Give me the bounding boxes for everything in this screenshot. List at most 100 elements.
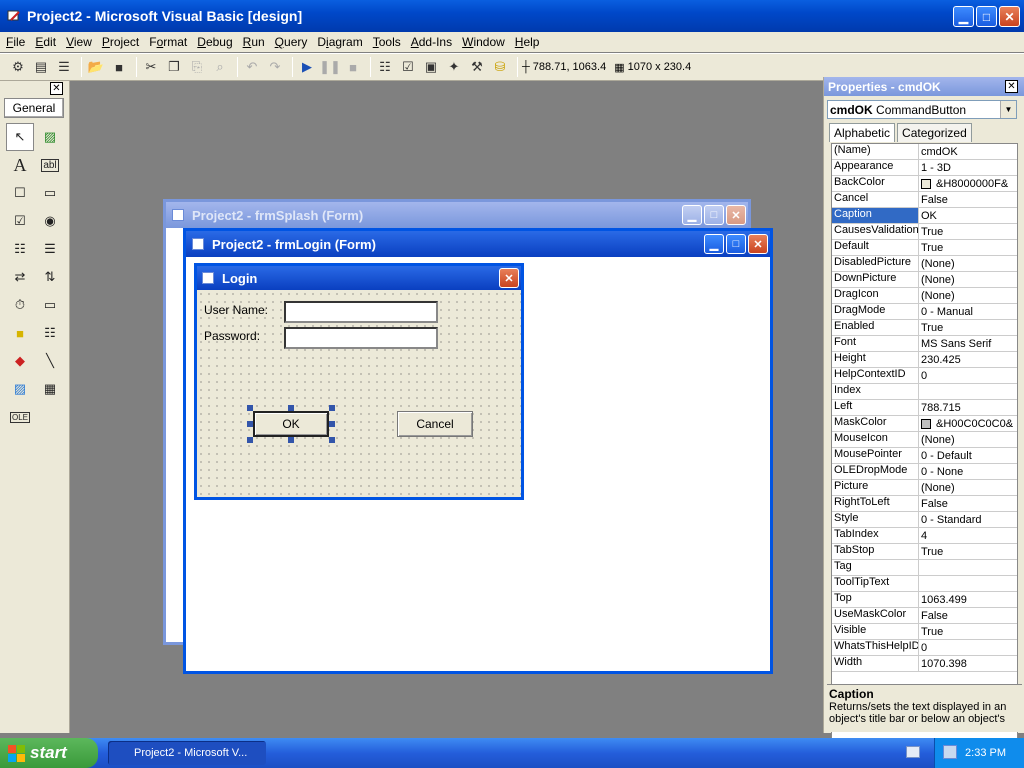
form-layout-button[interactable]: ▣ (421, 57, 441, 77)
copy-button[interactable]: ❐ (164, 57, 184, 77)
save-project-button[interactable]: ■ (109, 57, 129, 77)
tab-alphabetic[interactable]: Alphabetic (829, 123, 896, 142)
keyboard-icon[interactable] (906, 746, 920, 758)
property-value[interactable]: MS Sans Serif (919, 336, 1017, 351)
redo-button[interactable]: ↷ (265, 57, 285, 77)
login-maximize-button[interactable]: □ (726, 234, 746, 254)
vscrollbar-tool[interactable]: ⇅ (36, 263, 64, 291)
menu-addins[interactable]: Add-Ins (411, 35, 452, 49)
property-value[interactable]: False (919, 192, 1017, 207)
data-tool[interactable]: ▦ (36, 375, 64, 403)
selection-handle[interactable] (288, 437, 294, 443)
line-tool[interactable]: ╲ (36, 347, 64, 375)
property-row[interactable]: Height 230.425 (832, 352, 1017, 368)
property-row[interactable]: MaskColor &H00C0C0C0& (832, 416, 1017, 432)
menu-diagram[interactable]: Diagram (317, 35, 362, 49)
splash-minimize-button[interactable]: ▁ (682, 205, 702, 225)
selection-handle[interactable] (329, 421, 335, 427)
property-row[interactable]: DownPicture (None) (832, 272, 1017, 288)
property-value[interactable]: (None) (919, 432, 1017, 447)
property-row[interactable]: TabIndex 4 (832, 528, 1017, 544)
menu-editor-button[interactable]: ☰ (54, 57, 74, 77)
shape-tool[interactable]: ◆ (6, 347, 34, 375)
checkbox-tool[interactable]: ☑ (6, 207, 34, 235)
property-row[interactable]: Cancel False (832, 192, 1017, 208)
property-row[interactable]: DragIcon (None) (832, 288, 1017, 304)
property-value[interactable]: 0 - None (919, 464, 1017, 479)
properties-window-button[interactable]: ☑ (398, 57, 418, 77)
taskbar-item-vb[interactable]: Project2 - Microsoft V... (108, 741, 266, 765)
property-row[interactable]: ToolTipText (832, 576, 1017, 592)
property-row[interactable]: Width 1070.398 (832, 656, 1017, 672)
property-row[interactable]: TabStop True (832, 544, 1017, 560)
property-value[interactable]: (None) (919, 288, 1017, 303)
selection-handle[interactable] (247, 437, 253, 443)
data-view-button[interactable]: ⛁ (490, 57, 510, 77)
pointer-tool[interactable]: ↖ (6, 123, 34, 151)
property-row[interactable]: OLEDropMode 0 - None (832, 464, 1017, 480)
property-row[interactable]: Picture (None) (832, 480, 1017, 496)
property-value[interactable]: True (919, 544, 1017, 559)
menu-window[interactable]: Window (462, 35, 505, 49)
dirlistbox-tool[interactable]: ■ (6, 319, 34, 347)
add-form-button[interactable]: ▤ (31, 57, 51, 77)
open-project-button[interactable]: 📂 (86, 57, 106, 77)
project-explorer-button[interactable]: ☷ (375, 57, 395, 77)
find-button[interactable]: ⌕ (210, 57, 230, 77)
selection-handle[interactable] (329, 405, 335, 411)
network-icon[interactable] (943, 745, 957, 759)
undo-button[interactable]: ↶ (242, 57, 262, 77)
image-tool[interactable]: ▨ (6, 375, 34, 403)
break-button[interactable]: ❚❚ (319, 57, 341, 77)
property-value[interactable]: 230.425 (919, 352, 1017, 367)
filelistbox-tool[interactable]: ☷ (36, 319, 64, 347)
property-value[interactable]: False (919, 496, 1017, 511)
property-row[interactable]: Caption OK (832, 208, 1017, 224)
property-value[interactable]: True (919, 320, 1017, 335)
combobox-tool[interactable]: ☷ (6, 235, 34, 263)
commandbutton-tool[interactable]: ▭ (36, 179, 64, 207)
property-value[interactable]: (None) (919, 272, 1017, 287)
start-button[interactable]: ▶ (297, 57, 317, 77)
splash-maximize-button[interactable]: □ (704, 205, 724, 225)
property-row[interactable]: Default True (832, 240, 1017, 256)
label-tool[interactable]: A (6, 151, 34, 179)
property-value[interactable]: False (919, 608, 1017, 623)
tab-categorized[interactable]: Categorized (897, 123, 972, 142)
menu-query[interactable]: Query (275, 35, 308, 49)
property-value[interactable]: (None) (919, 480, 1017, 495)
menu-debug[interactable]: Debug (197, 35, 232, 49)
toolbox-close-button[interactable]: ✕ (50, 82, 63, 95)
property-row[interactable]: Tag (832, 560, 1017, 576)
property-value[interactable]: True (919, 240, 1017, 255)
toolbox-tab-general[interactable]: General (4, 98, 64, 118)
cut-button[interactable]: ✂ (141, 57, 161, 77)
login-minimize-button[interactable]: ▁ (704, 234, 724, 254)
menu-view[interactable]: View (66, 35, 92, 49)
property-row[interactable]: Index (832, 384, 1017, 400)
property-value[interactable]: 4 (919, 528, 1017, 543)
property-row[interactable]: HelpContextID 0 (832, 368, 1017, 384)
frmLogin-titlebar[interactable]: Project2 - frmLogin (Form) ▁ □ ✕ (186, 231, 770, 257)
menu-format[interactable]: Format (149, 35, 187, 49)
add-project-button[interactable]: ⚙ (8, 57, 28, 77)
chevron-down-icon[interactable]: ▼ (1000, 101, 1016, 118)
main-titlebar[interactable]: Project2 - Microsoft Visual Basic [desig… (0, 0, 1024, 32)
toolbox-button[interactable]: ⚒ (467, 57, 487, 77)
object-browser-button[interactable]: ✦ (444, 57, 464, 77)
drivelistbox-tool[interactable]: ▭ (36, 291, 64, 319)
property-value[interactable]: True (919, 224, 1017, 239)
property-value[interactable]: 1063.499 (919, 592, 1017, 607)
login-close-button[interactable]: ✕ (748, 234, 768, 254)
end-button[interactable]: ■ (343, 57, 363, 77)
hscrollbar-tool[interactable]: ⇄ (6, 263, 34, 291)
clock[interactable]: 2:33 PM (965, 747, 1006, 759)
property-value[interactable]: 0 - Standard (919, 512, 1017, 527)
property-value[interactable]: 0 (919, 368, 1017, 383)
property-value[interactable]: OK (919, 208, 1017, 223)
login-form-close-button[interactable]: ✕ (499, 268, 519, 288)
picturebox-tool[interactable]: ▨ (36, 123, 64, 151)
selection-handle[interactable] (329, 437, 335, 443)
property-row[interactable]: DragMode 0 - Manual (832, 304, 1017, 320)
properties-titlebar[interactable]: Properties - cmdOK (824, 77, 1024, 96)
